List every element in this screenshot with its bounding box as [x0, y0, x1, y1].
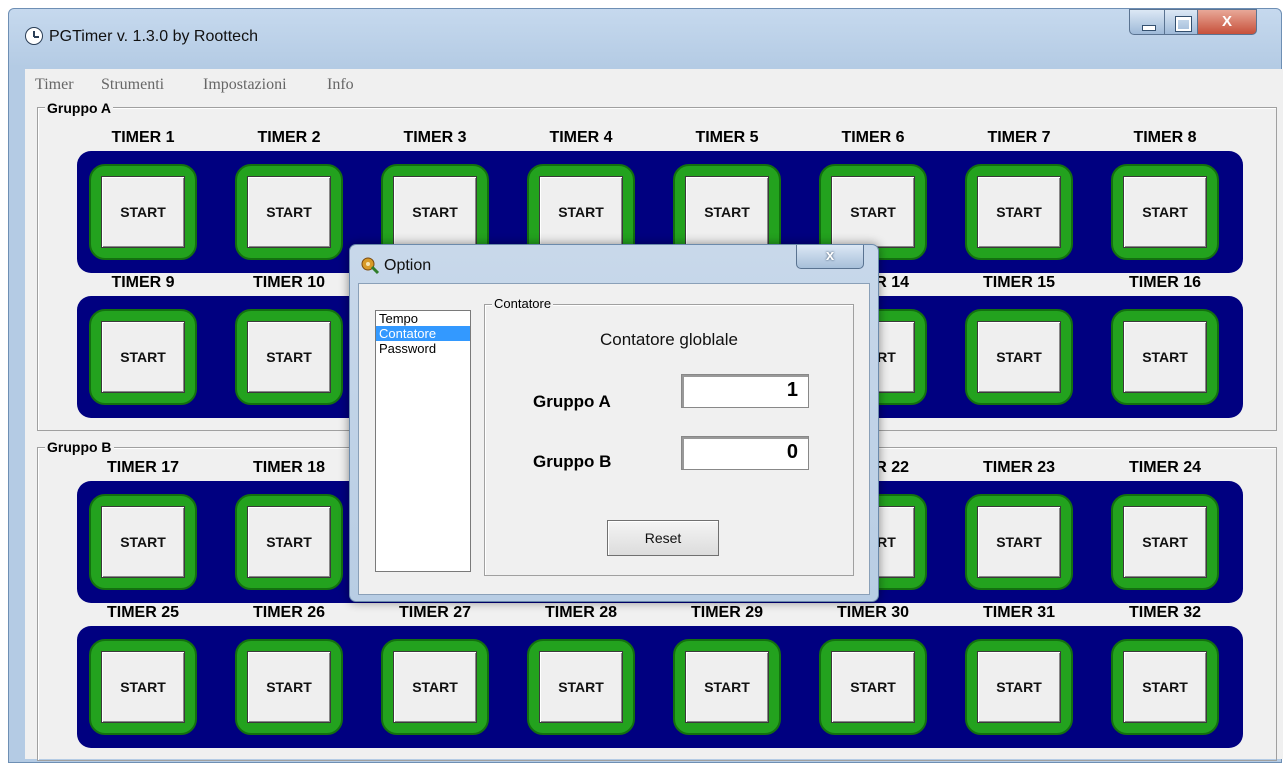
start-button[interactable]: START	[539, 176, 623, 248]
start-button[interactable]: START	[685, 176, 769, 248]
start-button[interactable]: START	[101, 176, 185, 248]
timer-tile: START	[965, 309, 1073, 405]
timer-label: TIMER 24	[1128, 459, 1201, 476]
timer-tile: START	[89, 494, 197, 590]
timer-tile: START	[965, 164, 1073, 260]
options-list[interactable]: Tempo Contatore Password	[375, 310, 471, 572]
start-button[interactable]: START	[977, 651, 1061, 723]
timer-label: TIMER 17	[106, 459, 179, 476]
start-button[interactable]: START	[247, 651, 331, 723]
start-button[interactable]: START	[101, 321, 185, 393]
start-button[interactable]: START	[539, 651, 623, 723]
start-button[interactable]: START	[247, 321, 331, 393]
start-button[interactable]: START	[831, 176, 915, 248]
title-bar[interactable]: PGTimer v. 1.3.0 by Roottech X	[9, 9, 1281, 61]
timer-label: TIMER 2	[257, 129, 321, 146]
timer-label: TIMER 3	[403, 129, 467, 146]
timer-tile: START	[89, 164, 197, 260]
group-b-label: Gruppo B	[45, 439, 114, 455]
main-window: PGTimer v. 1.3.0 by Roottech X Timer Str…	[8, 8, 1283, 763]
option-dialog: Option x Tempo Contatore Password Contat…	[349, 244, 879, 602]
timer-label: TIMER 6	[841, 129, 905, 146]
close-button[interactable]: X	[1197, 9, 1257, 35]
timer-tile: START	[235, 309, 343, 405]
timer-label: TIMER 9	[111, 274, 175, 291]
timer-tile: START	[1111, 494, 1219, 590]
start-button[interactable]: START	[1123, 651, 1207, 723]
timer-label: TIMER 4	[549, 129, 613, 146]
timer-tile: START	[235, 639, 343, 735]
start-button[interactable]: START	[247, 176, 331, 248]
maximize-button[interactable]	[1164, 9, 1198, 35]
timer-tile: START	[965, 494, 1073, 590]
start-button[interactable]: START	[685, 651, 769, 723]
gruppo-a-counter-field[interactable]: 1	[681, 374, 809, 408]
window-title: PGTimer v. 1.3.0 by Roottech	[49, 28, 258, 45]
timer-label: TIMER 28	[544, 604, 617, 621]
timer-tile: START	[1111, 164, 1219, 260]
list-item-password[interactable]: Password	[376, 341, 470, 356]
gear-icon	[361, 257, 380, 275]
gruppo-b-counter-field[interactable]: 0	[681, 436, 809, 470]
timer-label: TIMER 10	[252, 274, 325, 291]
start-button[interactable]: START	[101, 506, 185, 578]
timer-tile: START	[235, 494, 343, 590]
timer-tile: START	[1111, 639, 1219, 735]
timer-label: TIMER 15	[982, 274, 1055, 291]
timer-tile: START	[965, 639, 1073, 735]
menu-impostazioni[interactable]: Impostazioni	[203, 76, 287, 94]
start-button[interactable]: START	[393, 176, 477, 248]
timer-tile: START	[527, 639, 635, 735]
list-item-contatore[interactable]: Contatore	[376, 326, 470, 341]
timer-label: TIMER 23	[982, 459, 1055, 476]
counter-group-label: Contatore	[492, 296, 554, 311]
timer-tile: START	[89, 639, 197, 735]
timer-tile: START	[673, 639, 781, 735]
timer-label: TIMER 30	[836, 604, 909, 621]
timer-label: TIMER 8	[1133, 129, 1197, 146]
start-button[interactable]: START	[101, 651, 185, 723]
dialog-title: Option	[384, 257, 432, 274]
timer-label: TIMER 18	[252, 459, 325, 476]
menu-timer[interactable]: Timer	[35, 76, 74, 94]
gruppo-a-counter-label: Gruppo A	[533, 392, 611, 411]
close-icon: x	[825, 247, 835, 264]
dialog-close-button[interactable]: x	[796, 245, 864, 269]
start-button[interactable]: START	[831, 651, 915, 723]
dialog-body: Tempo Contatore Password Contatore Conta…	[358, 283, 870, 595]
timer-label: TIMER 27	[398, 604, 471, 621]
timer-label: TIMER 16	[1128, 274, 1201, 291]
start-button[interactable]: START	[977, 321, 1061, 393]
start-button[interactable]: START	[393, 651, 477, 723]
timer-tile: START	[381, 639, 489, 735]
start-button[interactable]: START	[1123, 506, 1207, 578]
list-item-tempo[interactable]: Tempo	[376, 311, 470, 326]
gruppo-b-counter-label: Gruppo B	[533, 452, 612, 471]
group-a-label: Gruppo A	[45, 100, 114, 116]
timer-label: TIMER 5	[695, 129, 759, 146]
timer-label: TIMER 26	[252, 604, 325, 621]
timer-label: TIMER 31	[982, 604, 1055, 621]
start-button[interactable]: START	[977, 506, 1061, 578]
timer-tile: START	[819, 639, 927, 735]
start-button[interactable]: START	[977, 176, 1061, 248]
global-counter-heading: Contatore globlale	[600, 330, 738, 349]
start-button[interactable]: START	[1123, 176, 1207, 248]
timer-label: TIMER 32	[1128, 604, 1201, 621]
reset-button[interactable]: Reset	[607, 520, 719, 556]
minimize-button[interactable]	[1129, 9, 1165, 35]
timer-label: TIMER 29	[690, 604, 763, 621]
start-button[interactable]: START	[247, 506, 331, 578]
menu-strumenti[interactable]: Strumenti	[101, 76, 164, 94]
timer-tile: START	[235, 164, 343, 260]
clock-icon	[25, 27, 43, 45]
timer-tile: START	[89, 309, 197, 405]
close-icon: X	[1221, 13, 1232, 30]
start-button[interactable]: START	[1123, 321, 1207, 393]
timer-label: TIMER 1	[111, 129, 175, 146]
menu-info[interactable]: Info	[327, 76, 354, 94]
timer-tile: START	[1111, 309, 1219, 405]
timer-label: TIMER 25	[106, 604, 179, 621]
timer-label: TIMER 7	[987, 129, 1051, 146]
